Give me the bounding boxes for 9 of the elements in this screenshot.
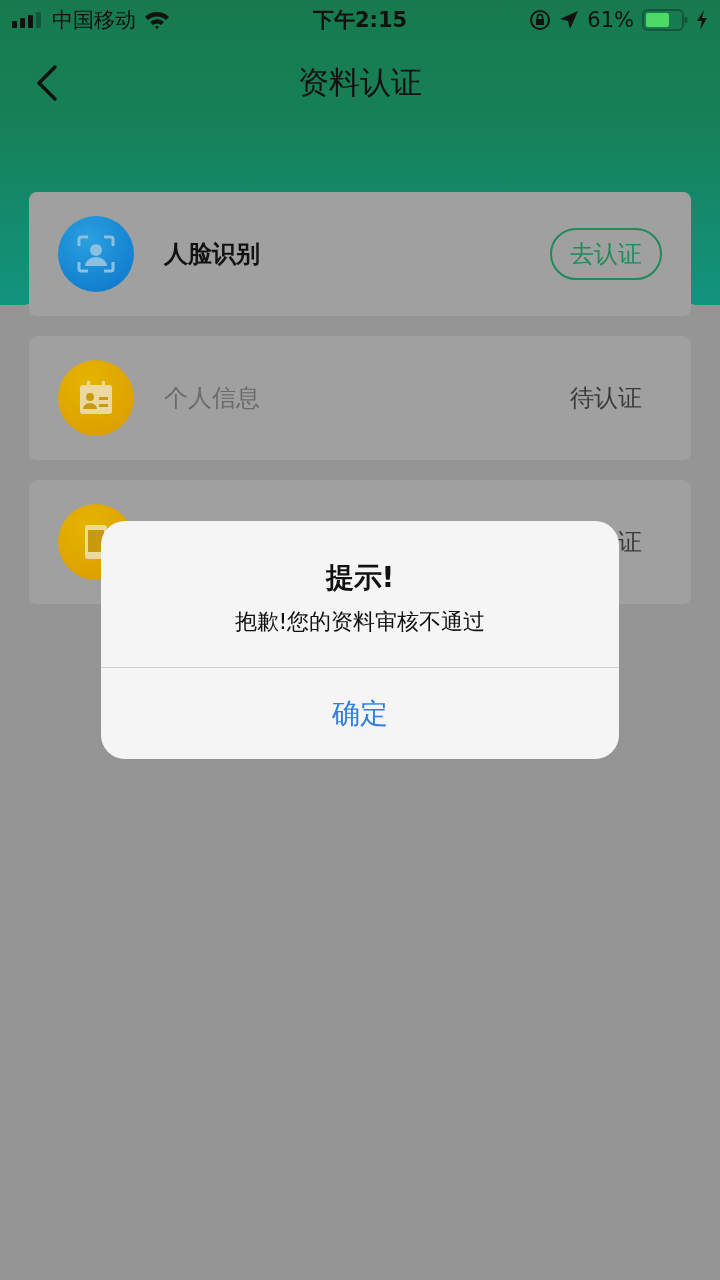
battery-percent: 61% <box>587 8 634 32</box>
dialog-title: 提示! <box>325 560 395 596</box>
page-title: 资料认证 <box>298 63 422 102</box>
status-text: 证 <box>618 527 642 558</box>
status-text: 待认证 <box>570 383 642 414</box>
clock-time: 下午2:15 <box>312 7 408 34</box>
dialog-message: 抱歉!您的资料审核不通过 <box>234 608 486 636</box>
item-label: 人脸识别 <box>164 239 260 270</box>
carrier-name: 中国移动 <box>52 7 136 34</box>
